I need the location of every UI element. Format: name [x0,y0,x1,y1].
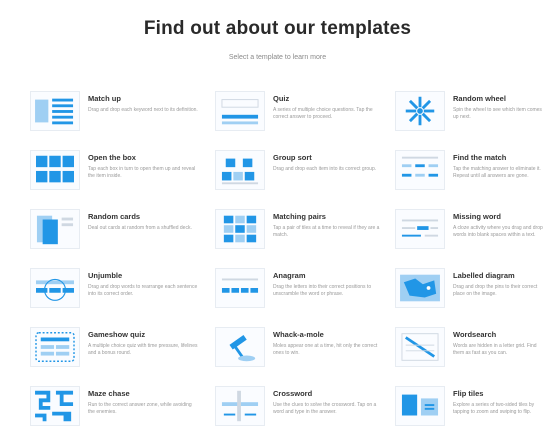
template-name[interactable]: Anagram [273,271,383,280]
maze-chase-icon[interactable] [30,386,80,426]
template-name[interactable]: Missing word [453,212,545,221]
template-info: Unjumble Drag and drop words to rearrang… [88,268,198,299]
template-info: Open the box Tap each box in turn to ope… [88,150,198,181]
template-info: Match up Drag and drop each keyword next… [88,91,198,114]
template-card-find-the-match[interactable]: Find the match Tap the matching answer t… [395,150,545,209]
template-name[interactable]: Random wheel [453,94,545,103]
template-description: Drag the letters into their correct posi… [273,284,372,298]
template-name[interactable]: Whack-a-mole [273,330,383,339]
template-card-quiz[interactable]: Quiz A series of multiple choice questio… [215,91,395,150]
flip-tiles-icon[interactable] [395,386,445,426]
template-name[interactable]: Random cards [88,212,198,221]
template-info: Quiz A series of multiple choice questio… [273,91,383,122]
missing-word-icon[interactable] [395,209,445,249]
template-info: Wordsearch Words are hidden in a letter … [453,327,545,358]
template-info: Anagram Drag the letters into their corr… [273,268,383,299]
template-card-wordsearch[interactable]: Wordsearch Words are hidden in a letter … [395,327,545,386]
template-description: A cloze activity where you drag and drop… [453,225,543,239]
template-name[interactable]: Quiz [273,94,383,103]
template-card-group-sort[interactable]: Group sort Drag and drop each item into … [215,150,395,209]
labelled-diagram-icon[interactable] [395,268,445,308]
random-cards-icon[interactable] [30,209,80,249]
template-info: Group sort Drag and drop each item into … [273,150,383,173]
template-card-gameshow-quiz[interactable]: Gameshow quiz A multiple choice quiz wit… [30,327,215,386]
unjumble-icon[interactable] [30,268,80,308]
gameshow-quiz-icon[interactable] [30,327,80,367]
template-description: A series of multiple choice questions. T… [273,107,373,121]
template-name[interactable]: Flip tiles [453,389,545,398]
template-card-random-cards[interactable]: Random cards Deal out cards at random fr… [30,209,215,268]
whack-a-mole-icon[interactable] [215,327,265,367]
template-description: A multiple choice quiz with time pressur… [88,343,198,357]
page-title: Find out about our templates [143,18,412,39]
template-info: Flip tiles Explore a series of two-sided… [453,386,545,417]
template-card-unjumble[interactable]: Unjumble Drag and drop words to rearrang… [30,268,215,327]
template-info: Gameshow quiz A multiple choice quiz wit… [88,327,198,358]
template-description: Tap a pair of tiles at a time to reveal … [273,225,380,239]
template-card-random-wheel[interactable]: Random wheel Spin the wheel to see which… [395,91,545,150]
template-description: Tap the matching answer to eliminate it.… [453,166,541,180]
template-description: Run to the correct answer zone, while av… [88,402,192,416]
template-description: Tap each box in turn to open them up and… [88,166,196,180]
template-name[interactable]: Maze chase [88,389,198,398]
template-description: Drag and drop words to rearrange each se… [88,284,198,298]
template-description: Words are hidden in a letter grid. Find … [453,343,537,357]
template-card-open-the-box[interactable]: Open the box Tap each box in turn to ope… [30,150,215,209]
template-name[interactable]: Matching pairs [273,212,383,221]
template-name[interactable]: Gameshow quiz [88,330,198,339]
template-description: Use the clues to solve the crossword. Ta… [273,402,377,416]
template-card-match-up[interactable]: Match up Drag and drop each keyword next… [30,91,215,150]
template-description: Spin the wheel to see which item comes u… [453,107,542,121]
group-sort-icon[interactable] [215,150,265,190]
template-card-missing-word[interactable]: Missing word A cloze activity where you … [395,209,545,268]
template-name[interactable]: Wordsearch [453,330,545,339]
template-card-flip-tiles[interactable]: Flip tiles Explore a series of two-sided… [395,386,545,439]
template-name[interactable]: Open the box [88,153,198,162]
template-name[interactable]: Match up [88,94,198,103]
quiz-icon[interactable] [215,91,265,131]
anagram-icon[interactable] [215,268,265,308]
page-subtitle: Select a template to learn more [228,54,327,61]
open-the-box-icon[interactable] [30,150,80,190]
template-card-crossword[interactable]: Crossword Use the clues to solve the cro… [215,386,395,439]
template-description: Drag and drop each item into its correct… [273,166,377,172]
template-info: Labelled diagram Drag and drop the pins … [453,268,545,299]
match-up-icon[interactable] [30,91,80,131]
template-info: Find the match Tap the matching answer t… [453,150,545,181]
template-card-maze-chase[interactable]: Maze chase Run to the correct answer zon… [30,386,215,439]
random-wheel-icon[interactable] [395,91,445,131]
template-description: Explore a series of two-sided tiles by t… [453,402,535,416]
template-info: Maze chase Run to the correct answer zon… [88,386,198,417]
template-info: Random cards Deal out cards at random fr… [88,209,198,232]
template-card-anagram[interactable]: Anagram Drag the letters into their corr… [215,268,395,327]
template-card-whack-a-mole[interactable]: Whack-a-mole Moles appear one at a time,… [215,327,395,386]
template-description: Drag and drop the pins to their correct … [453,284,538,298]
template-name[interactable]: Group sort [273,153,383,162]
template-description: Drag and drop each keyword next to its d… [88,107,198,113]
template-name[interactable]: Find the match [453,153,545,162]
template-info: Crossword Use the clues to solve the cro… [273,386,383,417]
template-info: Missing word A cloze activity where you … [453,209,545,240]
wordsearch-icon[interactable] [395,327,445,367]
template-info: Matching pairs Tap a pair of tiles at a … [273,209,383,240]
template-info: Random wheel Spin the wheel to see which… [453,91,545,122]
template-card-labelled-diagram[interactable]: Labelled diagram Drag and drop the pins … [395,268,545,327]
template-description: Moles appear one at a time, hit only the… [273,343,378,357]
template-description: Deal out cards at random from a shuffled… [88,225,192,231]
matching-pairs-icon[interactable] [215,209,265,249]
template-info: Whack-a-mole Moles appear one at a time,… [273,327,383,358]
template-name[interactable]: Labelled diagram [453,271,545,280]
crossword-icon[interactable] [215,386,265,426]
template-name[interactable]: Crossword [273,389,383,398]
templates-grid: Match up Drag and drop each keyword next… [30,91,545,439]
template-card-matching-pairs[interactable]: Matching pairs Tap a pair of tiles at a … [215,209,395,268]
find-the-match-icon[interactable] [395,150,445,190]
template-name[interactable]: Unjumble [88,271,198,280]
